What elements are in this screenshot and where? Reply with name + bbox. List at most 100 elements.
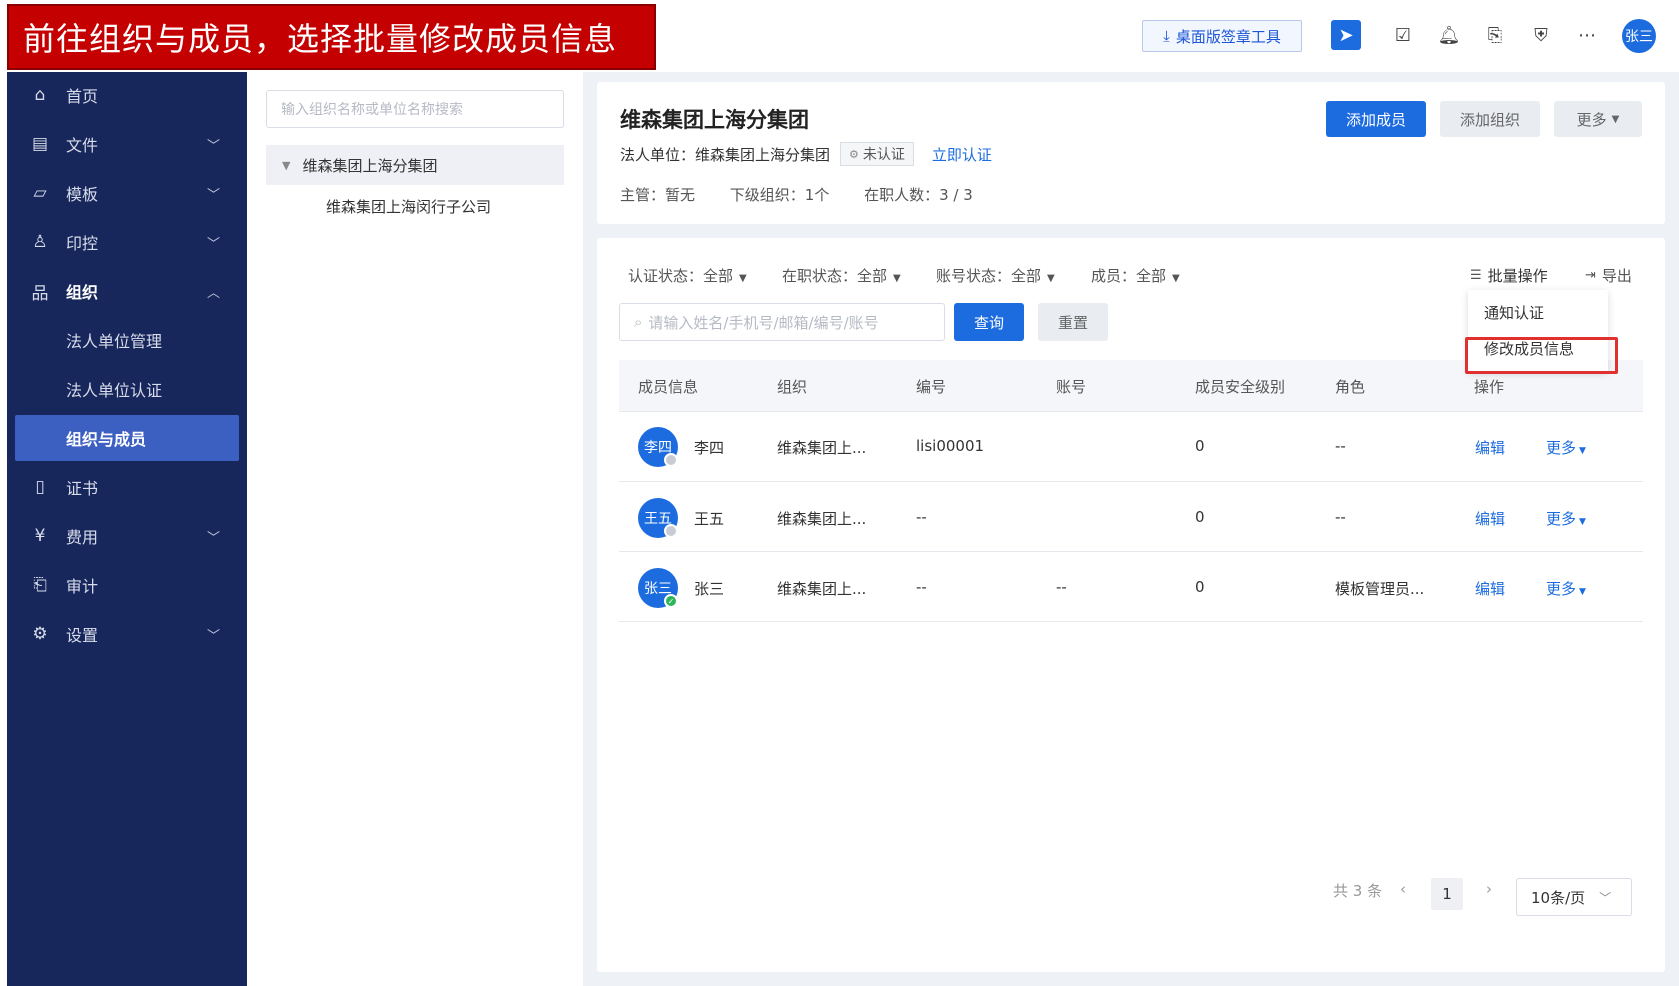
export-label: 导出 <box>1601 267 1632 285</box>
more-icon[interactable]: ⋯ <box>1572 20 1602 50</box>
total-count: 共 3 条 <box>1333 882 1383 900</box>
desktop-tool-button[interactable]: ⤓ 桌面版签章工具 <box>1142 20 1302 52</box>
notify-auth-menu-item[interactable]: 通知认证 <box>1484 302 1544 323</box>
sidebar-item-template[interactable]: ▱ 模板 ﹀ <box>7 170 247 216</box>
row-more-link[interactable]: 更多 ▼ <box>1546 578 1586 599</box>
column-header: 成员安全级别 <box>1195 378 1286 396</box>
chevron-down-icon: ﹀ <box>207 138 221 154</box>
edit-link[interactable]: 编辑 <box>1475 578 1505 599</box>
filter-label: 在职状态：全部 <box>782 267 888 285</box>
add-member-button[interactable]: 添加成员 <box>1326 101 1426 137</box>
batch-operation-button[interactable]: ☰ 批量操作 <box>1470 265 1548 286</box>
send-icon[interactable]: ➤ <box>1331 20 1361 50</box>
caret-down-icon: ▼ <box>1579 517 1586 527</box>
add-org-button[interactable]: 添加组织 <box>1440 101 1540 137</box>
member-role: -- <box>1335 437 1346 455</box>
column-header: 编号 <box>916 378 947 396</box>
more-button[interactable]: 更多 ▼ <box>1554 101 1642 137</box>
seal-icon: ♙ <box>32 232 48 252</box>
download-icon: ⤓ <box>1163 27 1170 45</box>
sub-org-stat: 下级组织：1个 <box>729 186 830 204</box>
member-code: -- <box>916 578 927 596</box>
sidebar-item-label: 模板 <box>66 185 99 204</box>
member-search-input[interactable]: ⌕ 请输入姓名/手机号/邮箱/编号/账号 <box>619 303 945 341</box>
member-level: 0 <box>1195 437 1205 455</box>
page-size-label: 10条/页 <box>1531 888 1586 907</box>
manager-stat: 主管：暂无 <box>620 186 696 204</box>
tree-node-root[interactable]: ▼ 维森集团上海分集团 <box>266 145 564 185</box>
legal-entity-label: 法人单位：维森集团上海分集团 <box>620 145 831 164</box>
sidebar-item-certificate[interactable]: ▯ 证书 <box>7 464 247 510</box>
row-more-link[interactable]: 更多 ▼ <box>1546 437 1586 458</box>
chevron-down-icon: ﹀ <box>207 628 221 644</box>
edit-link[interactable]: 编辑 <box>1475 437 1505 458</box>
chevron-down-icon: ﹀ <box>207 530 221 546</box>
row-more-link[interactable]: 更多 ▼ <box>1546 508 1586 529</box>
prev-page-icon[interactable]: ‹ <box>1400 880 1406 898</box>
audit-icon: ⎗ <box>33 575 47 595</box>
sidebar-item-audit[interactable]: ⎗ 审计 <box>7 562 247 608</box>
member-role: 模板管理员... <box>1335 580 1425 598</box>
page-size-select[interactable]: 10条/页 ﹀ <box>1516 878 1632 916</box>
bell-icon[interactable]: 🔔︎ <box>1434 20 1464 50</box>
more-label: 更多 <box>1546 439 1577 457</box>
sidebar-item-fee[interactable]: ¥ 费用 ﹀ <box>7 513 247 559</box>
status-label: 未认证 <box>862 147 905 163</box>
sidebar-item-label: 组织与成员 <box>66 430 147 449</box>
column-header: 组织 <box>777 378 808 396</box>
export-button[interactable]: ⇥ 导出 <box>1585 265 1632 286</box>
page-number[interactable]: 1 <box>1431 878 1463 910</box>
sidebar-item-label: 费用 <box>66 528 99 547</box>
caret-down-icon: ▼ <box>282 158 291 172</box>
sidebar-item-legal-entity-auth[interactable]: 法人单位认证 <box>7 366 247 412</box>
member-level: 0 <box>1195 578 1205 596</box>
member-org: 维森集团上... <box>777 439 867 457</box>
member-name: 李四 <box>694 439 725 457</box>
filter-label: 成员：全部 <box>1091 267 1167 285</box>
active-count-stat: 在职人数：3 / 3 <box>864 186 973 204</box>
verified-check-icon: ✓ <box>664 594 678 608</box>
sidebar-item-home[interactable]: ⌂ 首页 <box>7 72 247 118</box>
caret-down-icon: ▼ <box>1579 587 1586 597</box>
next-page-icon[interactable]: › <box>1486 880 1492 898</box>
job-status-filter[interactable]: 在职状态：全部 ▼ <box>782 265 901 286</box>
verify-now-link[interactable]: 立即认证 <box>932 144 992 165</box>
caret-down-icon: ▼ <box>1172 273 1180 284</box>
caret-down-icon: ▼ <box>1047 273 1055 284</box>
status-badge: ⚙ 未认证 <box>840 142 914 166</box>
member-name: 张三 <box>694 580 725 598</box>
instruction-banner: 前往组织与成员，选择批量修改成员信息 <box>7 4 656 70</box>
auth-status-filter[interactable]: 认证状态：全部 ▼ <box>628 265 747 286</box>
shield-icon[interactable]: ⛨ <box>1526 20 1556 50</box>
task-icon[interactable]: ☑ <box>1388 20 1418 50</box>
sidebar-item-label: 证书 <box>66 479 99 498</box>
sidebar-item-settings[interactable]: ⚙ 设置 ﹀ <box>7 611 247 657</box>
sidebar-item-seal[interactable]: ♙ 印控 ﹀ <box>7 219 247 265</box>
column-header: 账号 <box>1056 378 1087 396</box>
chevron-down-icon: ﹀ <box>207 187 221 203</box>
tree-node-child[interactable]: 维森集团上海闵行子公司 <box>326 196 491 218</box>
sidebar-item-file[interactable]: ▤ 文件 ﹀ <box>7 121 247 167</box>
filter-label: 认证状态：全部 <box>628 267 734 285</box>
caret-down-icon: ▼ <box>1579 446 1586 456</box>
gear-icon: ⚙ <box>849 147 859 161</box>
filter-label: 账号状态：全部 <box>936 267 1042 285</box>
sidebar-item-legal-entity-management[interactable]: 法人单位管理 <box>7 317 247 363</box>
reset-button[interactable]: 重置 <box>1038 303 1108 341</box>
export-icon: ⇥ <box>1585 268 1596 283</box>
member-filter[interactable]: 成员：全部 ▼ <box>1091 265 1180 286</box>
org-search-input[interactable]: 输入组织名称或单位名称搜索 <box>266 90 564 128</box>
sidebar-item-org-members[interactable]: 组织与成员 <box>15 415 239 461</box>
query-button[interactable]: 查询 <box>954 303 1024 341</box>
page-title: 维森集团上海分集团 <box>620 108 809 132</box>
account-status-filter[interactable]: 账号状态：全部 ▼ <box>936 265 1055 286</box>
caret-down-icon: ▼ <box>893 273 901 284</box>
edit-link[interactable]: 编辑 <box>1475 508 1505 529</box>
sidebar-item-label: 法人单位认证 <box>66 381 163 400</box>
user-avatar[interactable]: 张三 <box>1622 19 1656 53</box>
org-stats: 主管：暂无 下级组织：1个 在职人数：3 / 3 <box>620 184 1003 205</box>
document-search-icon[interactable]: ⎘ <box>1480 20 1510 50</box>
batch-label: 批量操作 <box>1487 267 1548 285</box>
more-label: 更多 <box>1546 580 1577 598</box>
sidebar-item-org[interactable]: 品 组织 ︿ <box>7 268 247 314</box>
